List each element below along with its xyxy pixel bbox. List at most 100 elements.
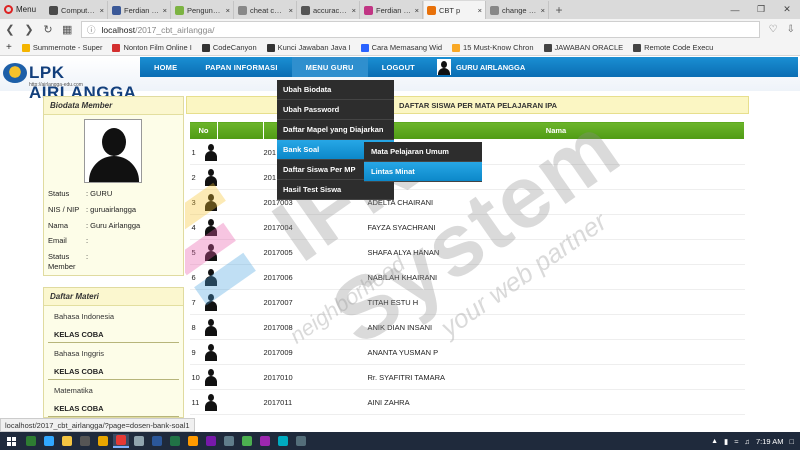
notifications-icon[interactable]: □ [789,437,794,446]
table-row[interactable]: 10 2017010 Rr. SYAFITRI TAMARA [189,364,745,390]
table-row[interactable]: 8 2017008 ANIK DIAN INSANI [189,314,745,340]
table-header-row: No Nama [189,121,745,140]
cell-photo [204,164,264,190]
taskbar-app-onenote[interactable] [203,434,219,448]
taskbar-app-photoshop[interactable] [41,434,57,448]
taskbar-app-app2[interactable] [275,434,291,448]
tab-close-icon[interactable]: × [478,6,482,15]
bookmark-item[interactable]: CodeCanyon [201,43,257,52]
taskbar-app-explorer[interactable] [23,434,39,448]
table-row[interactable]: 5 2017005 SHAFA ALYA HANAN [189,239,745,265]
bookmark-item[interactable]: 15 Must-Know Chron [452,43,534,52]
windows-icon [6,436,16,446]
illustrator-icon [188,436,198,446]
taskbar-app-camera[interactable] [221,434,237,448]
tab-close-icon[interactable]: × [289,6,293,15]
taskbar-app-illustrator[interactable] [185,434,201,448]
tab-close-icon[interactable]: × [163,6,167,15]
cell-photo [204,214,264,240]
browser-tab[interactable]: Computer Basi× [46,1,108,19]
materi-item[interactable]: Matematika KELAS COBA [48,380,179,417]
bookmark-item[interactable]: Remote Code Execu [633,43,713,52]
table-row[interactable]: 6 2017006 NABILAH KHAIRANI [189,264,745,290]
chrome-icon [242,436,252,446]
nav-item-menu-guru[interactable]: MENU GURU [291,57,368,77]
volume-icon[interactable]: ♫ [744,437,750,446]
browser-menu-label: Menu [16,5,37,14]
tab-favicon-icon [364,5,373,15]
taskbar-app-app3[interactable] [293,434,309,448]
download-icon[interactable]: ⇩ [787,24,795,35]
dropdown-item[interactable]: Ubah Password [277,100,394,120]
table-row[interactable]: 3 2017003 ADELTA CHAIRANI [189,189,745,215]
tab-close-icon[interactable]: × [100,6,104,15]
tab-close-icon[interactable]: × [226,6,230,15]
table-row[interactable]: 7 2017007 TITAH ESTU H [189,289,745,315]
submenu-item[interactable]: Mata Pelajaran Umum [364,142,482,162]
taskbar-app-media[interactable] [95,434,111,448]
taskbar-app-chrome[interactable] [239,434,255,448]
tab-close-icon[interactable]: × [541,6,545,15]
maximize-icon[interactable]: ❐ [748,0,774,19]
table-row[interactable]: 11 2017011 AINI ZAHRA [189,389,745,415]
battery-icon[interactable]: ▮ [724,437,728,446]
forward-icon[interactable]: ❯ [24,23,34,36]
dropdown-item[interactable]: Daftar Mapel yang Diajarkan [277,120,394,140]
bookmark-item[interactable]: JAWABAN ORACLE [543,43,623,52]
browser-tab[interactable]: Pengunduh Yo× [172,1,234,19]
taskbar-app-files[interactable] [59,434,75,448]
nav-item-home[interactable]: HOME [140,57,191,77]
browser-tab[interactable]: CBT p × [424,1,486,19]
materi-item[interactable]: Bahasa Inggris KELAS COBA [48,343,179,380]
url-field[interactable]: ⓘ localhost/2017_cbt_airlangga/ [81,21,760,38]
system-tray: ▲ ▮ ≈ ♫ 7:19 AM □ [711,437,800,446]
reload-icon[interactable]: ↻ [43,23,53,36]
bookmark-item[interactable]: Kunci Jawaban Java I [266,43,351,52]
materi-item[interactable]: Bahasa Indonesia KELAS COBA [48,306,179,343]
tab-favicon-icon [490,5,499,15]
bookmark-label: Cara Memasang Wid [371,43,443,52]
heart-icon[interactable]: ♡ [769,24,778,35]
speed-dial-icon[interactable]: ▦ [62,23,72,36]
browser-menu-button[interactable]: Menu [0,0,46,19]
bookmark-item[interactable]: Summernote - Super [21,43,102,52]
tab-close-icon[interactable]: × [415,6,419,15]
taskbar-app-terminal[interactable] [77,434,93,448]
table-row[interactable]: 4 2017004 FAYZA SYACHRANI [189,214,745,240]
table-row[interactable]: 9 2017009 ANANTA YUSMAN P [189,339,745,365]
add-bookmark-icon[interactable]: + [6,42,12,53]
start-button[interactable] [0,432,22,450]
materi-class: KELAS COBA [54,404,104,413]
back-icon[interactable]: ❮ [5,23,15,36]
bookmark-list: Summernote - Super Nonton Film Online I Co… [21,43,713,52]
taskbar-app-opera[interactable] [113,434,129,448]
tab-close-icon[interactable]: × [352,6,356,15]
browser-tab[interactable]: accuracy - Goo× [298,1,360,19]
nav-item-papan-informasi[interactable]: PAPAN INFORMASI [191,57,291,77]
dropdown-item[interactable]: Hasil Test Siswa [277,180,394,200]
browser-tab[interactable]: cheat code na× [235,1,297,19]
browser-tab[interactable]: Ferdian Rahab× [109,1,171,19]
taskbar-app-word[interactable] [149,434,165,448]
clock-time[interactable]: 7:19 AM [756,437,784,446]
taskbar-app-excel[interactable] [167,434,183,448]
opera-icon [4,5,13,14]
browser-tab[interactable]: change answe× [487,1,549,19]
minimize-icon[interactable]: — [722,0,748,19]
nav-item-logout[interactable]: LOGOUT [368,57,429,77]
cell-photo [204,389,264,415]
taskbar-app-app[interactable] [257,434,273,448]
wifi-icon[interactable]: ≈ [734,437,738,446]
tab-label: Ferdian Rahab [124,5,160,15]
close-icon[interactable]: ✕ [774,0,800,19]
bookmark-item[interactable]: Cara Memasang Wid [360,43,443,52]
bookmark-item[interactable]: Nonton Film Online I [112,43,192,52]
bookmark-favicon-icon [633,43,642,52]
column-no: No [189,121,218,140]
new-tab-button[interactable]: + [550,1,568,19]
tray-expand-icon[interactable]: ▲ [711,438,718,445]
browser-tab[interactable]: Ferdian Rahab× [361,1,423,19]
taskbar-app-shield[interactable] [131,434,147,448]
submenu-item[interactable]: Lintas Minat [364,162,482,182]
dropdown-item[interactable]: Ubah Biodata [277,80,394,100]
